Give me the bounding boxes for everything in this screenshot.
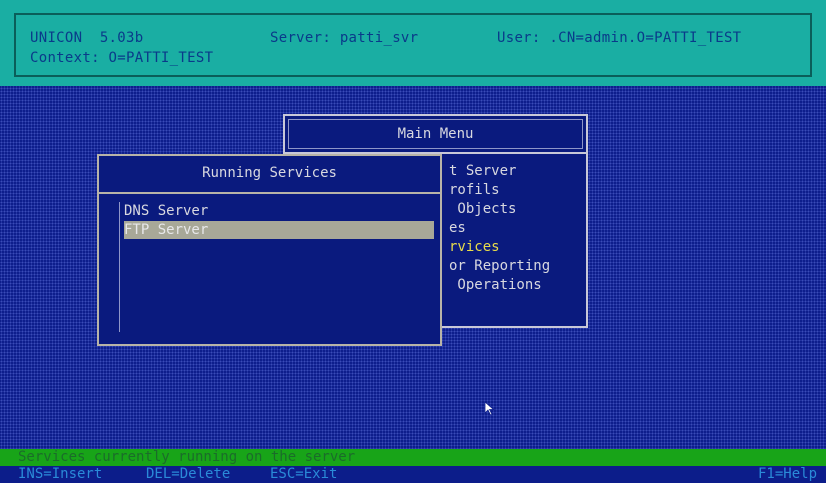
main-menu-list: t Server rofils Objects es rvices or Rep…	[437, 154, 588, 328]
context-name: Context: O=PATTI_TEST	[30, 50, 214, 66]
main-menu-title-box: Main Menu	[283, 114, 588, 154]
insert-key-hint[interactable]: INS=Insert	[18, 466, 102, 483]
main-menu-item[interactable]: Objects	[449, 201, 516, 217]
running-services-list: DNS Server FTP Server	[97, 192, 442, 346]
list-divider	[119, 202, 120, 332]
running-services-title-box: Running Services	[97, 154, 442, 194]
status-message: Services currently running on the server	[18, 449, 356, 465]
app-version: UNICON 5.03b	[30, 30, 144, 46]
running-services-title: Running Services	[202, 165, 337, 181]
service-item-dns[interactable]: DNS Server	[124, 202, 434, 220]
main-menu-item-active[interactable]: rvices	[449, 239, 500, 255]
main-menu-title: Main Menu	[397, 126, 474, 142]
exit-key-hint[interactable]: ESC=Exit	[270, 466, 337, 483]
header-bar: UNICON 5.03b Server: patti_svr User: .CN…	[0, 0, 826, 86]
status-message-bar: Services currently running on the server	[0, 449, 826, 466]
terminal-screen: UNICON 5.03b Server: patti_svr User: .CN…	[0, 0, 826, 483]
server-name: Server: patti_svr	[270, 30, 419, 46]
function-key-bar: INS=Insert DEL=Delete ESC=Exit F1=Help	[0, 466, 826, 483]
main-menu-item[interactable]: or Reporting	[449, 258, 550, 274]
help-key-hint[interactable]: F1=Help	[758, 466, 817, 483]
main-menu-item[interactable]: rofils	[449, 182, 500, 198]
mouse-pointer-icon	[484, 401, 495, 416]
user-name: User: .CN=admin.O=PATTI_TEST	[497, 30, 742, 46]
delete-key-hint[interactable]: DEL=Delete	[146, 466, 230, 483]
main-menu-item[interactable]: Operations	[449, 277, 541, 293]
service-item-ftp[interactable]: FTP Server	[124, 221, 434, 239]
main-menu-item[interactable]: es	[449, 220, 466, 236]
main-menu-item[interactable]: t Server	[449, 163, 516, 179]
